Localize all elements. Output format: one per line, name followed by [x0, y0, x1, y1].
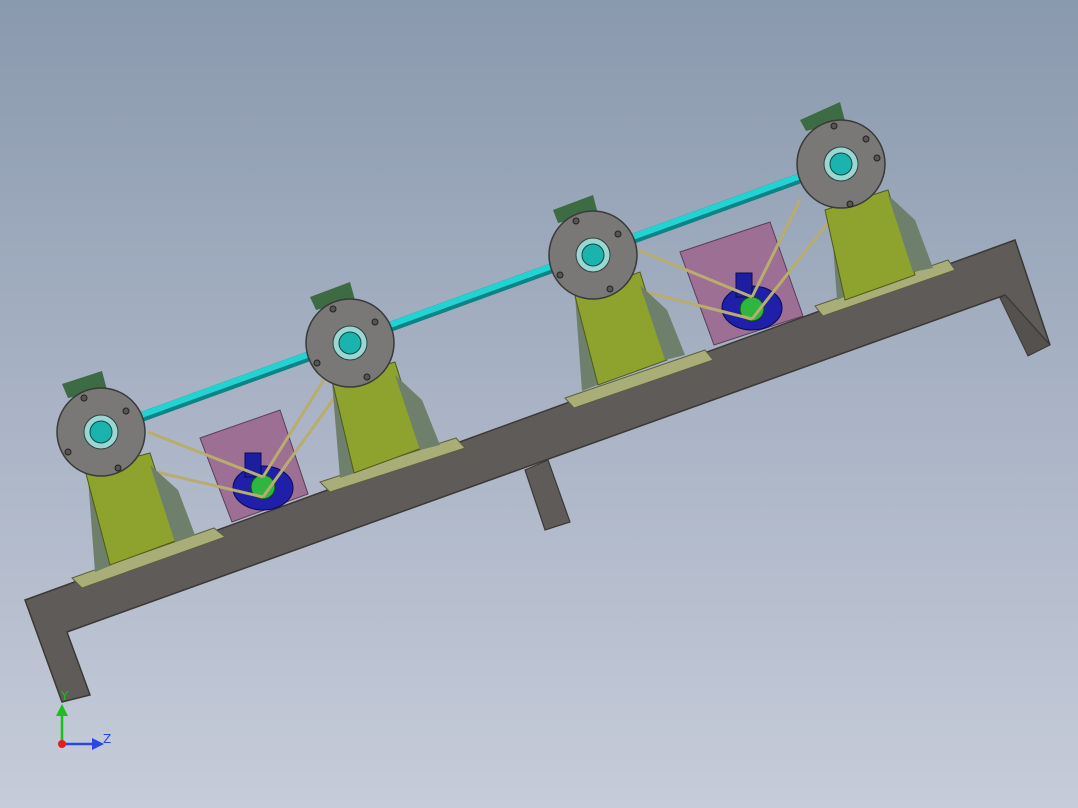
model-scene[interactable]: Y Z — [0, 0, 1078, 808]
axis-y-label: Y — [60, 689, 69, 703]
axis-z-label: Z — [103, 732, 111, 746]
axis-triad: Y Z — [56, 689, 111, 750]
cad-viewport[interactable]: Y Z — [0, 0, 1078, 808]
frame-leg-middle[interactable] — [524, 459, 571, 531]
